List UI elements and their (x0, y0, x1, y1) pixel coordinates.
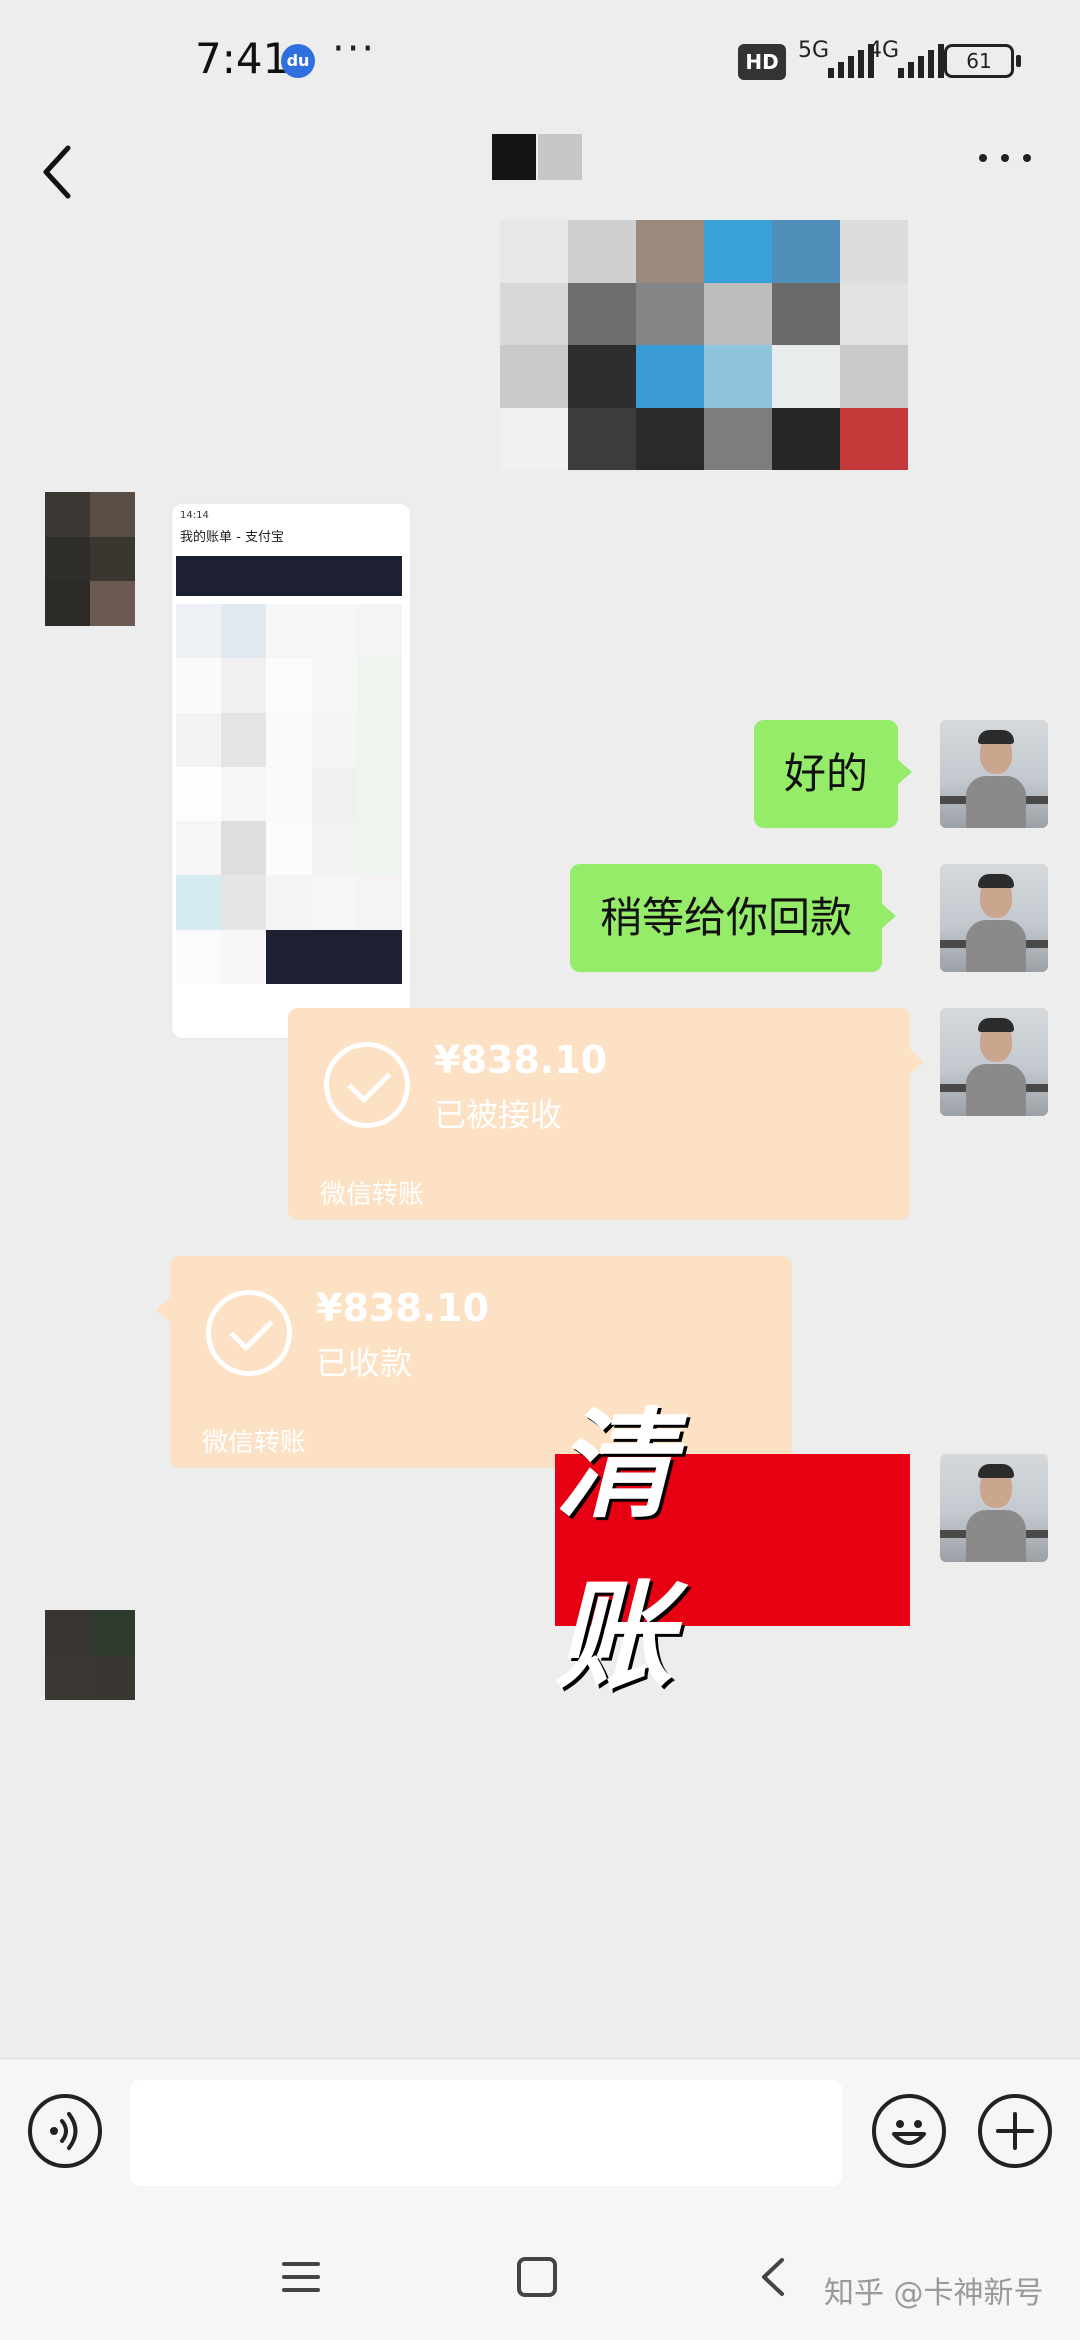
sticker-text: 清 账 (555, 1395, 704, 1705)
voice-button[interactable] (28, 2094, 102, 2168)
transfer-footer: 微信转账 (202, 1428, 307, 1458)
self-avatar[interactable] (940, 720, 1048, 828)
transfer-status: 已被接收 (434, 1096, 563, 1134)
thumb-content-pixelated (176, 604, 402, 984)
back-triangle-icon (762, 2258, 784, 2296)
emoji-icon (892, 2120, 926, 2145)
more-button[interactable] (975, 138, 1035, 178)
chat-title-redacted (492, 134, 582, 180)
transfer-footer: 微信转账 (320, 1180, 425, 1210)
self-avatar[interactable] (940, 1008, 1048, 1116)
signal-4g-icon (898, 44, 944, 78)
contact-avatar-pixels (45, 1610, 135, 1700)
nav-home-button[interactable] (514, 2254, 560, 2300)
plus-icon (996, 2112, 1034, 2150)
home-square-icon (517, 2257, 557, 2297)
nav-back-button[interactable] (752, 2252, 798, 2302)
chat-image-pixelated[interactable] (500, 220, 908, 470)
signal-5g-label: 5G (798, 38, 830, 63)
message-input[interactable] (130, 2080, 842, 2186)
voice-icon (50, 2112, 78, 2150)
back-button[interactable] (30, 120, 90, 220)
baidu-icon: du (281, 44, 315, 78)
emoji-button[interactable] (872, 2094, 946, 2168)
hd-badge: HD (738, 44, 786, 80)
chat-image-screenshot[interactable]: 14:14 我的账单 - 支付宝 (172, 504, 410, 1038)
message-bubble-self[interactable]: 好的 (754, 720, 913, 828)
signal-4g-label: 4G (868, 38, 900, 63)
transfer-amount: ¥838.10 (316, 1286, 490, 1330)
battery-tip (1016, 55, 1021, 67)
transfer-amount: ¥838.10 (434, 1038, 608, 1082)
thumb-title: 我的账单 - 支付宝 (180, 530, 284, 545)
transfer-card-sent[interactable]: ¥838.10 已被接收 微信转账 (288, 1008, 924, 1220)
plus-button[interactable] (978, 2094, 1052, 2168)
sticker-image[interactable]: 清 账 (555, 1395, 910, 1705)
status-time: 7:41 (195, 34, 290, 83)
self-avatar[interactable] (940, 864, 1048, 972)
chat-area[interactable]: 14:14 我的账单 - 支付宝 好的 稍等给你回款 ¥838.10 已被接收 … (0, 220, 1080, 2058)
thumb-time: 14:14 (180, 510, 209, 521)
contact-avatar[interactable] (45, 492, 135, 626)
message-bubble-self[interactable]: 稍等给你回款 (570, 864, 897, 972)
status-more-glyph: ··· (332, 26, 377, 72)
battery-icon: 61 (944, 44, 1014, 78)
thumb-dark-banner (176, 556, 402, 596)
chevron-left-icon (43, 145, 71, 199)
self-avatar[interactable] (940, 1454, 1048, 1562)
transfer-status: 已收款 (316, 1344, 413, 1382)
watermark: 知乎 @卡神新号 (824, 2276, 1044, 2311)
nav-menu-button[interactable] (278, 2254, 324, 2300)
menu-icon (282, 2262, 320, 2292)
